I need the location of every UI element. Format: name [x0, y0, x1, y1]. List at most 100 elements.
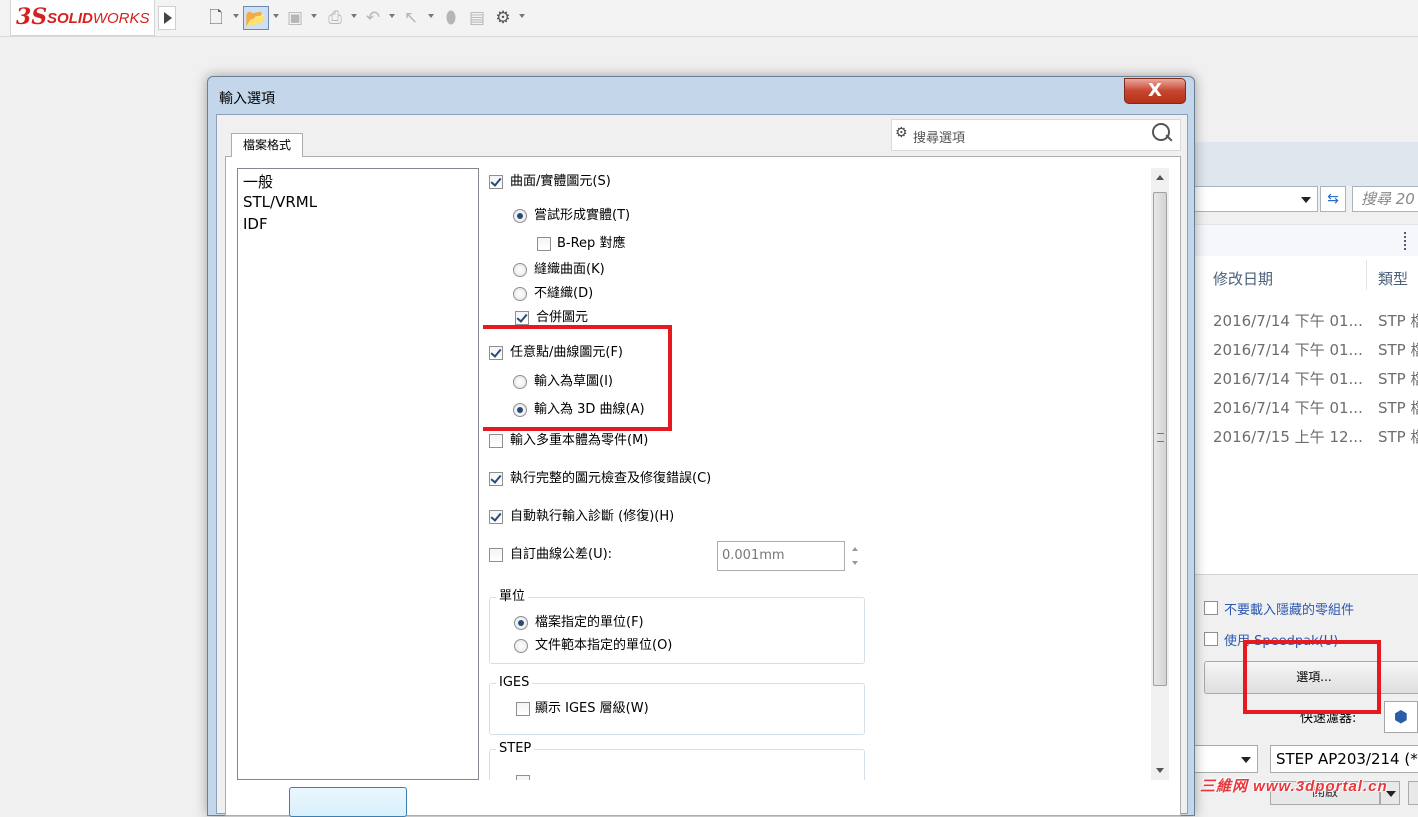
multi-body-checkbox[interactable] [489, 434, 503, 448]
merge-checkbox[interactable] [515, 311, 529, 325]
file-date: 2016/7/14 下午 01... [1213, 312, 1363, 330]
file-date: 2016/7/15 上午 12... [1213, 428, 1363, 446]
ok-button[interactable] [289, 787, 407, 817]
dialog-title: 輸入選項 [219, 91, 275, 107]
merge-label: 合併圖元 [536, 310, 589, 325]
file-type: STP 檔 [1378, 428, 1418, 446]
options-dropdown-icon[interactable] [519, 14, 525, 18]
cancel-button[interactable] [1408, 781, 1418, 805]
ds-logo-mark: 3S [16, 4, 48, 30]
scroll-up-icon[interactable] [1151, 168, 1169, 188]
auto-diagnosis-label: 自動執行輸入診斷 (修復)(H) [510, 509, 675, 524]
save-dropdown-icon[interactable] [311, 14, 317, 18]
show-iges-layers-label: 顯示 IGES 層級(W) [535, 701, 649, 716]
close-button[interactable]: X [1124, 78, 1186, 104]
search-icon[interactable] [1152, 123, 1174, 145]
custom-tolerance-label: 自訂曲線公差(U): [510, 547, 613, 562]
file-row[interactable]: 2016/7/14 下午 01... STP 檔 [1213, 397, 1418, 418]
full-check-label: 執行完整的圖元檢查及修復錯誤(C) [510, 471, 712, 486]
speedpak-checkbox[interactable] [1204, 632, 1218, 646]
try-solid-radio[interactable] [513, 209, 527, 223]
undo-icon[interactable]: ↶ [362, 6, 384, 30]
file-type: STP 檔 [1378, 370, 1418, 388]
file-type: STP 檔 [1378, 341, 1418, 359]
auto-diagnosis-checkbox[interactable] [489, 510, 503, 524]
rebuild-icon[interactable]: ⬮ [442, 6, 460, 30]
format-item-stl-vrml[interactable]: STL/VRML [243, 193, 317, 211]
iges-group: IGES 顯示 IGES 層級(W) [489, 675, 865, 735]
menu-expand-arrow-icon[interactable] [158, 6, 176, 30]
multi-body-label: 輸入多重本體為零件(M) [510, 433, 649, 448]
refresh-icon[interactable]: ⇆ [1320, 186, 1346, 212]
view-bar [1194, 224, 1418, 256]
tab-file-format[interactable]: 檔案格式 [231, 133, 303, 157]
no-hidden-label[interactable]: 不要載入隱藏的零組件 [1224, 599, 1354, 618]
step-option-checkbox[interactable] [516, 775, 530, 780]
file-row[interactable]: 2016/7/15 上午 12... STP 檔 [1213, 426, 1418, 447]
new-file-dropdown-icon[interactable] [233, 14, 239, 18]
column-modified-date[interactable]: 修改日期 [1213, 268, 1273, 289]
options-button-highlight [1243, 640, 1381, 714]
save-icon[interactable]: ▣ [285, 6, 305, 30]
surface-solid-checkbox[interactable] [489, 175, 503, 189]
tolerance-input[interactable]: 0.001mm [717, 541, 845, 571]
select-dropdown-icon[interactable] [428, 14, 434, 18]
column-type[interactable]: 類型 [1378, 268, 1408, 289]
file-date: 2016/7/14 下午 01... [1213, 399, 1363, 417]
free-curve-highlight [483, 325, 672, 431]
template-units-radio[interactable] [514, 639, 528, 653]
column-separator [1366, 260, 1367, 290]
options-scrollbar[interactable] [1151, 168, 1169, 780]
file-row[interactable]: 2016/7/14 下午 01... STP 檔 [1213, 368, 1418, 389]
part-filter-icon[interactable]: ⬢ [1384, 701, 1418, 733]
template-units-label: 文件範本指定的單位(O) [535, 638, 673, 653]
try-solid-label: 嘗試形成實體(T) [534, 208, 631, 223]
new-file-icon[interactable]: 🗋 [206, 6, 226, 30]
file-type-select[interactable]: STEP AP203/214 (*. [1270, 745, 1418, 773]
main-toolbar: 3S SOLIDWORKS 🗋 📂 ▣ ⎙ ↶ ↖ ⬮ ▤ ⚙ [0, 0, 1418, 37]
scroll-down-icon[interactable] [1151, 760, 1169, 780]
file-search-input[interactable]: 搜尋 20 [1352, 186, 1418, 212]
no-hidden-checkbox[interactable] [1204, 601, 1218, 615]
file-units-label: 檔案指定的單位(F) [535, 615, 644, 630]
file-row[interactable]: 2016/7/14 下午 01... STP 檔 [1213, 339, 1418, 360]
config-combo[interactable] [1194, 745, 1258, 773]
view-mode-icon[interactable] [1404, 232, 1418, 250]
custom-tolerance-checkbox[interactable] [489, 548, 503, 562]
units-group-title: 單位 [496, 589, 529, 605]
knit-radio[interactable] [513, 263, 527, 277]
print-dropdown-icon[interactable] [351, 14, 357, 18]
full-check-checkbox[interactable] [489, 472, 503, 486]
format-list: 一般 STL/VRML IDF [237, 168, 479, 780]
file-date: 2016/7/14 下午 01... [1213, 370, 1363, 388]
options-panel: 曲面/實體圖元(S) 嘗試形成實體(T) B-Rep 對應 縫織曲面(K) 不縫… [483, 168, 1163, 780]
format-item-idf[interactable]: IDF [243, 215, 268, 233]
file-properties-icon[interactable]: ▤ [467, 6, 487, 30]
select-pointer-icon[interactable]: ↖ [402, 6, 420, 30]
file-type: STP 檔 [1378, 312, 1418, 330]
no-knit-label: 不縫織(D) [534, 286, 594, 301]
open-file-dropdown-icon[interactable] [273, 14, 279, 18]
print-icon[interactable]: ⎙ [324, 6, 346, 30]
format-item-general[interactable]: 一般 [243, 171, 273, 192]
no-knit-radio[interactable] [513, 287, 527, 301]
open-file-icon[interactable]: 📂 [243, 6, 269, 30]
undo-dropdown-icon[interactable] [389, 14, 395, 18]
solidworks-logo[interactable]: 3S SOLIDWORKS [10, 0, 155, 36]
file-dialog-header [1194, 142, 1418, 186]
path-combo[interactable] [1194, 186, 1318, 212]
brep-checkbox[interactable] [537, 237, 551, 251]
file-units-radio[interactable] [514, 616, 528, 630]
units-group: 單位 檔案指定的單位(F) 文件範本指定的單位(O) [489, 589, 865, 664]
show-iges-layers-checkbox[interactable] [516, 702, 530, 716]
file-row[interactable]: 2016/7/14 下午 01... STP 檔 [1213, 310, 1418, 331]
search-options-input[interactable]: ⚙ 搜尋選項 [891, 119, 1181, 151]
scroll-thumb[interactable] [1153, 192, 1167, 686]
step-group-title: STEP [496, 741, 535, 757]
watermark: 三維网 www.3dportal.cn [1200, 778, 1388, 795]
dialog-body: ⚙ 搜尋選項 檔案格式 一般 STL/VRML IDF 曲面/實體圖元(S) 嘗… [216, 114, 1188, 817]
tolerance-stepper[interactable] [847, 541, 865, 571]
file-date: 2016/7/14 下午 01... [1213, 341, 1363, 359]
options-gear-icon[interactable]: ⚙ [493, 6, 513, 30]
file-type: STP 檔 [1378, 399, 1418, 417]
